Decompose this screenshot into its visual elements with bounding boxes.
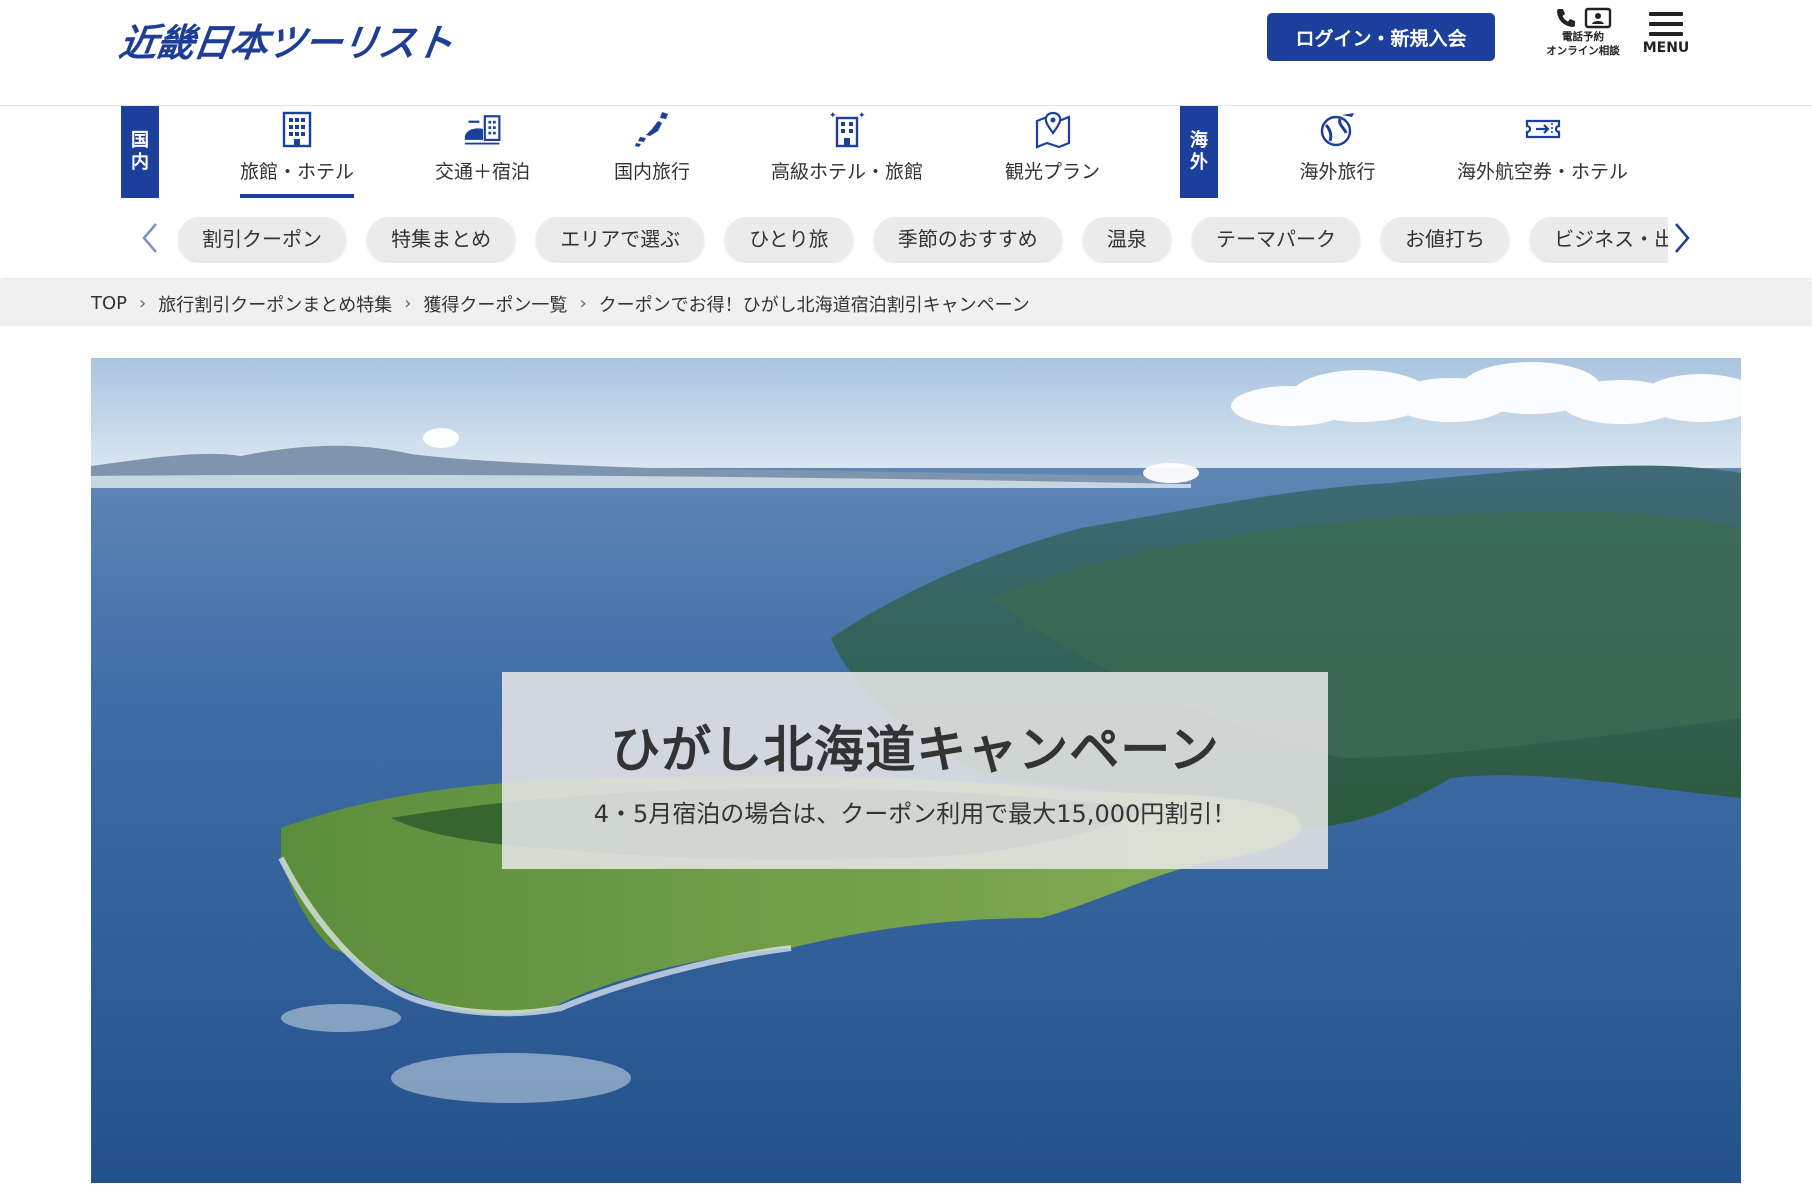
phone-online-consult-button[interactable]: 電話予約 オンライン相談 — [1538, 6, 1628, 58]
nav-item-ryokan-hotel[interactable]: 旅館・ホテル — [232, 106, 362, 198]
tag-choose-by-area[interactable]: エリアで選ぶ — [536, 217, 705, 261]
breadcrumb-coupon-feature[interactable]: 旅行割引クーポンまとめ特集 — [158, 291, 392, 317]
domestic-region-tag: 国 内 — [121, 106, 159, 198]
chevron-right-icon: › — [139, 293, 147, 314]
login-signup-button[interactable]: ログイン・新規入会 — [1267, 13, 1495, 61]
nav-item-domestic-travel[interactable]: 国内旅行 — [597, 106, 707, 198]
map-pin-icon — [1035, 111, 1070, 149]
overseas-tag-char-2: 外 — [1190, 152, 1208, 173]
chevron-right-icon: › — [579, 293, 587, 314]
nav-label: 高級ホテル・旅館 — [770, 161, 923, 183]
luxury-hotel-icon: ✦ ✦ — [829, 111, 866, 148]
nav-label: 海外旅行 — [1299, 161, 1376, 183]
breadcrumb: TOP › 旅行割引クーポンまとめ特集 › 獲得クーポン一覧 › クーポンでお得… — [0, 281, 1812, 326]
nav-item-overseas-travel[interactable]: 海外旅行 — [1290, 106, 1385, 198]
overseas-region-tag: 海 外 — [1180, 106, 1218, 198]
breadcrumb-coupon-list[interactable]: 獲得クーポン一覧 — [423, 291, 567, 317]
tags-next-button[interactable] — [1672, 220, 1692, 263]
svg-text:✦: ✦ — [858, 111, 866, 121]
domestic-tag-char-1: 国 — [131, 130, 149, 151]
tag-good-value[interactable]: お値打ち — [1381, 217, 1510, 261]
svg-text:✦: ✦ — [829, 111, 837, 121]
overseas-tag-char-1: 海 — [1190, 130, 1208, 151]
hero-banner: ひがし北海道キャンペーン 4・5月宿泊の場合は、クーポン利用で最大15,000円… — [91, 358, 1741, 1183]
hamburger-icon — [1640, 12, 1692, 36]
category-nav: 国 内 旅館・ホテル 交通＋宿泊 国内旅行 ✦ ✦ 高級ホテル・旅館 観光プラン… — [0, 105, 1812, 199]
tag-solo-travel[interactable]: ひとり旅 — [725, 217, 853, 261]
tag-business-trip[interactable]: ビジネス・出張 — [1530, 217, 1668, 261]
tag-list: 割引クーポン 特集まとめ エリアで選ぶ ひとり旅 季節のおすすめ 温泉 テーマパ… — [178, 217, 1668, 263]
chevron-left-icon — [142, 223, 157, 253]
breadcrumb-top[interactable]: TOP — [91, 293, 127, 314]
online-consult-label: オンライン相談 — [1546, 45, 1620, 57]
chevron-right-icon: › — [404, 293, 412, 314]
breadcrumb-current: クーポンでお得！ひがし北海道宿泊割引キャンペーン — [598, 294, 1030, 316]
nav-item-luxury-hotel[interactable]: ✦ ✦ 高級ホテル・旅館 — [762, 106, 932, 198]
nav-label: 旅館・ホテル — [239, 157, 354, 198]
menu-button[interactable]: MENU — [1640, 12, 1692, 56]
nav-item-overseas-air-hotel[interactable]: 海外航空券・ホテル — [1450, 106, 1635, 198]
nav-label: 海外航空券・ホテル — [1456, 161, 1628, 183]
nav-item-transport-stay[interactable]: 交通＋宿泊 — [420, 106, 545, 198]
train-hotel-icon — [464, 115, 500, 145]
tag-bar: 割引クーポン 特集まとめ エリアで選ぶ ひとり旅 季節のおすすめ 温泉 テーマパ… — [0, 198, 1812, 278]
tag-seasonal[interactable]: 季節のおすすめ — [873, 217, 1062, 261]
hero-subtitle: 4・5月宿泊の場合は、クーポン利用で最大15,000円割引！ — [593, 800, 1237, 828]
tag-onsen[interactable]: 温泉 — [1082, 217, 1171, 261]
japan-map-icon — [635, 112, 668, 147]
ticket-icon — [1525, 119, 1560, 139]
nav-label: 観光プラン — [1004, 161, 1100, 183]
domestic-tag-char-2: 内 — [131, 152, 149, 173]
chevron-right-icon — [1675, 223, 1690, 253]
building-icon — [282, 111, 312, 148]
site-header: 近畿日本ツーリスト ログイン・新規入会 電話予約 オンライン相談 MENU — [0, 0, 1812, 105]
nav-label: 交通＋宿泊 — [434, 161, 530, 183]
nav-item-sightseeing-plan[interactable]: 観光プラン — [1000, 106, 1105, 198]
video-consult-icon — [1584, 7, 1612, 29]
phone-icon — [1557, 9, 1575, 27]
hero-title: ひがし北海道キャンペーン — [610, 721, 1220, 779]
globe-plane-icon — [1320, 113, 1354, 147]
hero-caption-box: ひがし北海道キャンペーン 4・5月宿泊の場合は、クーポン利用で最大15,000円… — [502, 672, 1328, 869]
tag-feature-summary[interactable]: 特集まとめ — [367, 217, 516, 261]
nav-label: 国内旅行 — [613, 161, 690, 183]
tag-theme-park[interactable]: テーマパーク — [1191, 217, 1360, 261]
phone-label: 電話予約 — [1562, 31, 1604, 43]
site-logo[interactable]: 近畿日本ツーリスト — [116, 12, 457, 67]
tag-discount-coupon[interactable]: 割引クーポン — [178, 217, 346, 261]
tags-prev-button[interactable] — [140, 220, 160, 263]
menu-label: MENU — [1642, 40, 1690, 56]
